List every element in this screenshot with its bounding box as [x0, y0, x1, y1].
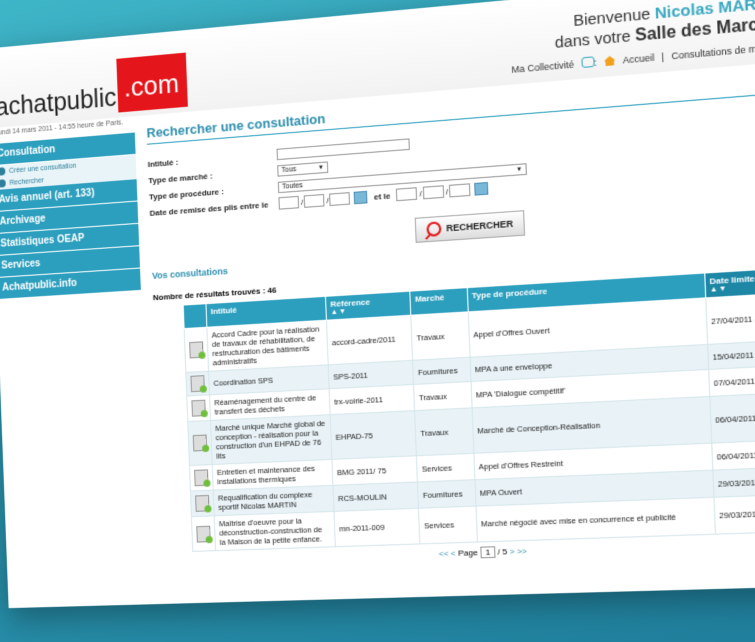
home-icon[interactable] [604, 56, 616, 67]
column-marche: Marché [410, 287, 468, 316]
cell-marche: Fournitures [417, 479, 476, 509]
document-icon[interactable] [189, 341, 204, 359]
search-icon [426, 221, 442, 237]
logo[interactable]: achatpublic .com [0, 52, 188, 131]
calendar-icon[interactable] [474, 181, 489, 196]
cell-date: 27/04/2011 - 12:00 [705, 291, 755, 345]
cell-marche: Services [416, 453, 475, 482]
type-marche-select[interactable]: Tous [277, 160, 329, 177]
row-icon-cell [184, 327, 209, 373]
cell-intitule: Marché unique Marché global de conceptio… [210, 414, 332, 465]
date-from-year[interactable] [329, 192, 351, 207]
cell-intitule: Accord Cadre pour la réalisation de trav… [206, 320, 329, 372]
cell-date: 06/04/2011 - 12:00 [711, 438, 755, 471]
cell-marche: Travaux [413, 381, 472, 411]
document-icon[interactable] [191, 399, 206, 417]
row-icon-cell [191, 515, 216, 552]
comment-icon[interactable] [580, 56, 595, 69]
cell-intitule: Maîtrise d'oeuvre pour la déconstruction… [214, 511, 336, 551]
date-from-day[interactable] [278, 195, 300, 210]
date-from-month[interactable] [303, 193, 325, 208]
arrow-icon [0, 179, 6, 188]
prev-page-link[interactable]: < [451, 549, 456, 559]
search-button[interactable]: RECHERCHER [414, 210, 526, 243]
cell-date: 29/03/2011 - 12:00 [713, 493, 755, 535]
document-icon[interactable] [195, 494, 210, 512]
row-icon-cell [190, 490, 215, 517]
sidebar: Consultation Créer une consultation Rech… [0, 132, 141, 301]
results-table: Intitulé Référence ▲▼ Marché Type de proc… [183, 266, 755, 552]
icon-column [183, 303, 207, 329]
page-number-input[interactable]: 1 [479, 546, 496, 559]
cell-reference: RCS-MOULIN [332, 481, 419, 512]
row-icon-cell [187, 420, 213, 466]
nav-accueil[interactable]: Accueil [623, 52, 655, 65]
cell-marche: Fournitures [412, 357, 471, 385]
cell-date: 29/03/2011 - 12:00 [712, 465, 755, 498]
column-date[interactable]: Date limite de dépôt▲▼ [704, 266, 755, 298]
arrow-icon [0, 167, 6, 176]
document-icon[interactable] [194, 469, 209, 487]
row-icon-cell [185, 371, 210, 396]
date-to-year[interactable] [448, 183, 471, 198]
cell-marche: Travaux [410, 311, 470, 361]
cell-marche: Travaux [414, 407, 474, 456]
cell-reference: mn-2011-009 [333, 508, 421, 547]
document-icon[interactable] [190, 375, 205, 393]
document-icon[interactable] [196, 525, 211, 543]
cell-reference: BMG 2011/ 75 [331, 455, 418, 486]
cell-date: 15/04/2011 - 16:00 [707, 338, 755, 370]
cell-procedure: Marché négocié avec mise en concurrence … [475, 497, 715, 543]
row-icon-cell [186, 394, 211, 422]
cell-date: 07/04/2011 - 17:00 [708, 363, 755, 397]
next-page-link[interactable]: > [509, 547, 514, 557]
date-to-day[interactable] [396, 187, 418, 202]
browser-page: achatpublic.com ⏻ Bienvenue Nicolas MART… [0, 0, 755, 609]
row-icon-cell [189, 464, 214, 492]
cell-reference: accord-cadre/2011 [326, 315, 413, 365]
cell-date: 06/04/2011 - 17:00 [709, 391, 755, 444]
cell-marche: Services [418, 506, 477, 544]
cell-reference: trx-voirie-2011 [329, 384, 415, 415]
cell-reference: EHPAD-75 [330, 410, 417, 460]
last-page-link[interactable]: >> [517, 546, 527, 556]
first-page-link[interactable]: << [439, 549, 449, 559]
and-label: et le [373, 190, 391, 202]
main-content: Rechercher une consultation Intitulé : T… [146, 70, 755, 567]
document-icon[interactable] [192, 434, 208, 452]
date-to-month[interactable] [422, 185, 444, 200]
nav-ma-collectivite[interactable]: Ma Collectivité [511, 59, 574, 75]
nav-consultations[interactable]: Consultations de mon entit [671, 40, 755, 61]
calendar-icon[interactable] [354, 190, 368, 205]
